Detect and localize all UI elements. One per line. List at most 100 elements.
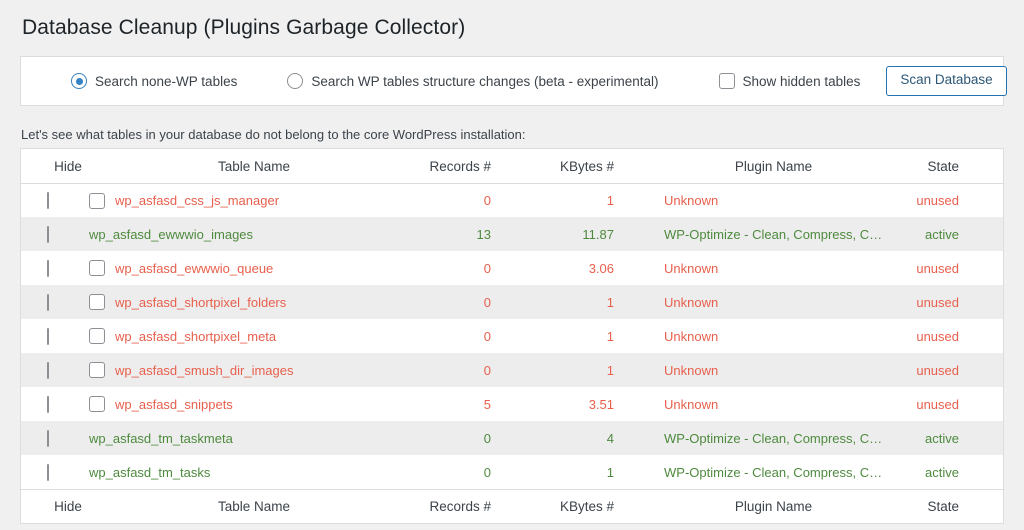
column-footer-hide[interactable]: Hide bbox=[21, 488, 89, 524]
table-name-link[interactable]: wp_asfasd_shortpixel_folders bbox=[115, 295, 286, 310]
table-footer: Hide Table Name Records # KBytes # Plugi… bbox=[21, 488, 1003, 524]
page-title: Database Cleanup (Plugins Garbage Collec… bbox=[22, 16, 466, 39]
table-name-link[interactable]: wp_asfasd_ewwwio_images bbox=[89, 227, 253, 242]
hide-cell bbox=[21, 217, 89, 251]
table-name-cell: wp_asfasd_shortpixel_folders bbox=[89, 285, 419, 319]
column-footer-plugin-name[interactable]: Plugin Name bbox=[649, 488, 883, 524]
table-name-cell: wp_asfasd_tm_taskmeta bbox=[89, 421, 419, 455]
plugin-name: Unknown bbox=[664, 362, 719, 378]
search-options-panel: Search none-WP tables Search WP tables s… bbox=[20, 56, 1007, 107]
delete-table-checkbox-icon[interactable] bbox=[89, 294, 105, 311]
records-count: 0 bbox=[483, 294, 491, 310]
plugin-name: Unknown bbox=[664, 396, 719, 412]
hide-table-checkbox-icon[interactable] bbox=[47, 361, 49, 379]
records-count: 0 bbox=[483, 260, 491, 276]
kbytes-size: 1 bbox=[606, 328, 614, 344]
delete-table-checkbox-icon[interactable] bbox=[89, 260, 105, 277]
delete-table-checkbox-icon[interactable] bbox=[89, 192, 105, 209]
plugin-name: Unknown bbox=[664, 328, 719, 344]
table-row: wp_asfasd_tm_tasks 0 1 WP-Optimize - Clean,… bbox=[21, 455, 1003, 490]
hide-table-checkbox-icon[interactable] bbox=[47, 429, 49, 447]
hide-cell bbox=[21, 421, 89, 455]
hide-cell bbox=[21, 455, 89, 489]
table-name-cell: wp_asfasd_smush_dir_images bbox=[89, 353, 419, 387]
hide-cell bbox=[21, 387, 89, 421]
table-name-link[interactable]: wp_asfasd_shortpixel_meta bbox=[115, 329, 276, 344]
column-header-records[interactable]: Records # bbox=[419, 149, 529, 184]
state-badge: unused bbox=[916, 396, 959, 412]
table-name-cell: wp_asfasd_ewwwio_queue bbox=[89, 251, 419, 285]
checkbox-option-show-hidden-tables[interactable]: Show hidden tables bbox=[718, 73, 860, 90]
column-footer-kbytes[interactable]: KBytes # bbox=[529, 488, 649, 524]
delete-table-checkbox-icon[interactable] bbox=[89, 362, 105, 379]
column-header-hide[interactable]: Hide bbox=[21, 149, 89, 184]
table-row: wp_asfasd_smush_dir_images 0 1 Unknown unuse… bbox=[21, 353, 1003, 388]
hide-table-checkbox-icon[interactable] bbox=[47, 293, 49, 311]
table-row: wp_asfasd_tm_taskmeta 0 4 WP-Optimize - Cle… bbox=[21, 421, 1003, 456]
table-name-link[interactable]: wp_asfasd_smush_dir_images bbox=[115, 363, 293, 378]
table-footer-row: Hide Table Name Records # KBytes # Plugi… bbox=[21, 488, 1003, 524]
column-header-plugin-name[interactable]: Plugin Name bbox=[649, 149, 883, 184]
table-header: Hide Table Name Records # KBytes # Plugi… bbox=[21, 149, 1003, 184]
hide-cell bbox=[21, 251, 89, 285]
table-name-link[interactable]: wp_asfasd_snippets bbox=[115, 397, 233, 412]
table-name-cell: wp_asfasd_snippets bbox=[89, 387, 419, 421]
scan-database-button[interactable]: Scan Database bbox=[886, 66, 1007, 97]
column-footer-state[interactable]: State bbox=[883, 488, 1003, 524]
records-count: 0 bbox=[483, 362, 491, 378]
column-footer-table-name[interactable]: Table Name bbox=[89, 488, 419, 524]
column-footer-records[interactable]: Records # bbox=[419, 488, 529, 524]
hide-table-checkbox-icon[interactable] bbox=[47, 192, 49, 210]
database-tables-table: Hide Table Name Records # KBytes # Plugi… bbox=[21, 149, 1003, 524]
kbytes-size: 4 bbox=[606, 430, 614, 446]
table-name-cell: wp_asfasd_css_js_manager bbox=[89, 183, 419, 217]
radio-wp-structure-changes-label: Search WP tables structure changes (beta… bbox=[311, 73, 659, 89]
show-hidden-tables-checkbox-icon[interactable] bbox=[718, 73, 735, 90]
radio-option-none-wp-tables[interactable]: Search none-WP tables bbox=[71, 73, 238, 90]
kbytes-size: 3.06 bbox=[588, 260, 614, 276]
delete-table-checkbox-icon[interactable] bbox=[89, 396, 105, 413]
radio-option-wp-structure-changes[interactable]: Search WP tables structure changes (beta… bbox=[287, 73, 659, 90]
kbytes-size: 11.87 bbox=[582, 226, 614, 242]
hide-table-checkbox-icon[interactable] bbox=[47, 395, 49, 413]
kbytes-size: 1 bbox=[606, 362, 614, 378]
records-count: 13 bbox=[476, 226, 491, 242]
state-badge: unused bbox=[916, 260, 959, 276]
table-row: wp_asfasd_shortpixel_meta 0 1 Unknown unused bbox=[21, 319, 1003, 354]
records-count: 5 bbox=[483, 396, 491, 412]
hide-table-checkbox-icon[interactable] bbox=[47, 225, 49, 243]
table-row: wp_asfasd_css_js_manager 0 1 Unknown unused bbox=[21, 183, 1003, 218]
delete-table-checkbox-icon[interactable] bbox=[89, 328, 105, 345]
hide-table-checkbox-icon[interactable] bbox=[47, 463, 49, 481]
plugin-name: WP-Optimize - Clean, Compress, Cache 3.1… bbox=[664, 464, 883, 480]
column-header-state[interactable]: State bbox=[883, 149, 1003, 184]
table-name-link[interactable]: wp_asfasd_ewwwio_queue bbox=[115, 261, 273, 276]
radio-wp-structure-changes-icon[interactable] bbox=[287, 73, 304, 90]
hide-cell bbox=[21, 285, 89, 319]
plugin-name: Unknown bbox=[664, 193, 719, 209]
table-row: wp_asfasd_ewwwio_queue 0 3.06 Unknown unused bbox=[21, 251, 1003, 286]
records-count: 0 bbox=[483, 464, 491, 480]
state-badge: unused bbox=[916, 328, 959, 344]
table-name-link[interactable]: wp_asfasd_css_js_manager bbox=[115, 193, 279, 208]
kbytes-size: 1 bbox=[606, 464, 614, 480]
plugin-name: Unknown bbox=[664, 294, 719, 310]
table-name-link[interactable]: wp_asfasd_tm_taskmeta bbox=[89, 431, 233, 446]
state-badge: unused bbox=[916, 294, 959, 310]
state-badge: active bbox=[925, 226, 959, 242]
records-count: 0 bbox=[483, 430, 491, 446]
records-count: 0 bbox=[483, 328, 491, 344]
hide-table-checkbox-icon[interactable] bbox=[47, 259, 49, 277]
state-badge: active bbox=[925, 464, 959, 480]
kbytes-size: 1 bbox=[606, 294, 614, 310]
column-header-table-name[interactable]: Table Name bbox=[89, 149, 419, 184]
radio-none-wp-tables-icon[interactable] bbox=[71, 73, 87, 90]
table-header-row: Hide Table Name Records # KBytes # Plugi… bbox=[21, 149, 1003, 184]
column-header-kbytes[interactable]: KBytes # bbox=[529, 149, 649, 184]
table-name-link[interactable]: wp_asfasd_tm_tasks bbox=[89, 465, 210, 480]
table-row: wp_asfasd_shortpixel_folders 0 1 Unknown unu… bbox=[21, 285, 1003, 320]
radio-none-wp-tables-label: Search none-WP tables bbox=[95, 73, 238, 89]
table-row: wp_asfasd_snippets 5 3.51 Unknown unused bbox=[21, 387, 1003, 422]
hide-cell bbox=[21, 319, 89, 353]
hide-table-checkbox-icon[interactable] bbox=[47, 327, 49, 345]
